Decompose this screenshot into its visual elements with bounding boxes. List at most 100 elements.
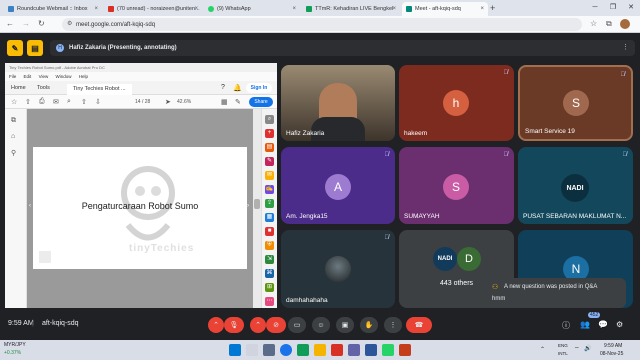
clock-time[interactable]: 9:59 AM [604,343,622,349]
prev-page-icon[interactable]: ‹ [29,203,31,209]
scan-icon[interactable]: ⌘ [265,269,274,278]
page-down-icon[interactable]: ⇩ [95,98,101,106]
present-button[interactable]: ▣ [336,317,354,333]
more-options-icon[interactable]: ⋮ [622,43,629,51]
minimize-icon[interactable]: ─ [586,0,604,16]
info-icon[interactable]: ⓘ [562,320,570,331]
tab-tools[interactable]: Tools [37,85,50,91]
whatsapp-icon[interactable] [382,344,394,356]
edit-pdf-icon[interactable]: ✎ [265,157,274,166]
file-explorer-icon[interactable] [314,344,326,356]
close-icon[interactable]: × [392,6,396,12]
share-button[interactable]: Share [249,97,273,107]
browser-tab[interactable]: (70 unread) - noraizeen@uniten... × [104,2,202,16]
acrobat-icon[interactable] [331,344,343,356]
page-up-icon[interactable]: ⇧ [81,98,87,106]
tab-document[interactable]: Tiny Techies Robot ... [67,84,132,95]
input-language[interactable]: ENG [558,343,568,348]
word-icon[interactable] [365,344,377,356]
participant-tile[interactable]: NADI 🎙̸ PUSAT SEBARAN MAKLUMAT N... [518,147,633,224]
fit-page-icon[interactable]: ▦ [221,98,228,106]
forward-icon[interactable]: → [22,19,30,28]
participant-tile-video[interactable]: Hafiz Zakaria [281,65,395,141]
site-info-icon[interactable]: ⚙ [67,20,72,27]
menu-help[interactable]: Help [79,74,88,79]
next-page-icon[interactable]: › [247,203,249,209]
participant-tile[interactable]: 🎙̸ damhahahaha [281,230,395,308]
activities-icon[interactable]: ⚙ [616,320,623,329]
menu-view[interactable]: View [39,74,49,79]
chrome-icon[interactable] [280,344,292,356]
menu-window[interactable]: Window [56,74,72,79]
powerpoint-icon[interactable] [399,344,411,356]
url-field[interactable]: ⚙ meet.google.com/aft-kqiq-sdq [62,18,582,31]
sign-icon[interactable]: ✍ [265,185,274,194]
mic-off-button[interactable]: 🎙 [224,317,244,333]
participant-tile[interactable]: S 🎙̸ SUMAYYAH [399,147,514,224]
menu-file[interactable]: File [9,74,16,79]
close-icon[interactable]: × [194,6,198,12]
task-view-icon[interactable] [263,344,275,356]
current-page[interactable]: 14 [135,99,141,105]
browser-tab[interactable]: TTmR: Kehadiran LIVE Bengkel × [302,2,400,16]
help-icon[interactable]: ? [221,84,225,91]
redact-icon[interactable]: ■ [265,227,274,236]
menu-edit[interactable]: Edit [24,74,32,79]
browser-tab[interactable]: (9) WhatsApp × [204,2,300,16]
search-icon[interactable] [246,344,258,356]
close-icon[interactable]: × [94,6,98,12]
scroll-thumb[interactable] [254,199,260,209]
participant-tile[interactable]: A 🎙̸ Am. Jengka15 [281,147,395,224]
annotation-tools-icon[interactable]: ▤ [27,40,43,56]
edge-icon[interactable] [297,344,309,356]
comment-tool-icon[interactable]: ✉ [265,171,274,180]
protect-icon[interactable]: ⛨ [265,241,274,250]
new-tab-button[interactable]: + [490,3,495,13]
start-icon[interactable] [229,344,241,356]
attachment-icon[interactable]: ⚲ [11,149,16,157]
clock-date[interactable]: 08-Nov-25 [600,351,623,357]
search-icon[interactable]: ⌕ [67,98,71,106]
people-icon[interactable]: 👥 [580,320,590,329]
more-options-button[interactable]: ⋮ [384,317,402,333]
wifi-icon[interactable]: ⌔ [574,345,580,353]
annotate-pen-icon[interactable]: ✎ [7,40,23,56]
combine-icon[interactable]: ▤ [265,143,274,152]
page-number[interactable]: 14 / 28 [135,99,150,105]
qa-notification-toast[interactable]: ⚇ A new question was posted in Q&A hmm [486,278,626,308]
tray-chevron-icon[interactable]: ⌃ [540,346,545,353]
close-icon[interactable]: × [480,6,484,12]
extensions-icon[interactable]: ⧉ [606,19,612,29]
upload-icon[interactable]: ⇧ [25,98,31,106]
volume-icon[interactable]: 🔊 [584,345,591,352]
bookmark-star-icon[interactable]: ☆ [590,19,597,28]
input-layout[interactable]: INTL [558,351,568,356]
camera-options-button[interactable]: ⌃ [250,317,266,333]
zoom-level[interactable]: 42.6% [177,99,191,105]
browser-tab-active[interactable]: Meet - aft-kqiq-sdq × [402,2,488,16]
browser-tab[interactable]: Roundcube Webmail :: Inbox × [4,2,102,16]
close-icon[interactable]: × [292,6,296,12]
raise-hand-button[interactable]: ✋ [360,317,378,333]
compress-icon[interactable]: ⇲ [265,255,274,264]
profile-avatar[interactable] [620,19,630,29]
search-tool-icon[interactable]: ⌕ [265,115,274,124]
camera-off-button[interactable]: ⊘ [266,317,286,333]
emoji-button[interactable]: ☺ [312,317,330,333]
teams-icon[interactable] [348,344,360,356]
email-icon[interactable]: ✉ [53,98,59,106]
reload-icon[interactable]: ↻ [38,19,45,28]
print-icon[interactable]: ⎙ [39,98,45,106]
chat-icon[interactable]: 💬 [598,320,608,329]
close-window-icon[interactable]: ✕ [622,0,640,16]
mic-options-button[interactable]: ⌃ [208,317,224,333]
organize-icon[interactable]: ▦ [265,213,274,222]
participant-tile[interactable]: S 🎙̸ Smart Service 19 [518,65,633,141]
create-pdf-icon[interactable]: + [265,129,274,138]
back-icon[interactable]: ← [6,19,14,28]
maximize-icon[interactable]: ❐ [604,0,622,16]
tab-home[interactable]: Home [11,85,26,91]
save-icon[interactable]: ☆ [11,98,17,106]
export-icon[interactable]: ⇪ [265,199,274,208]
notifications-icon[interactable]: 🔔 [233,84,242,92]
